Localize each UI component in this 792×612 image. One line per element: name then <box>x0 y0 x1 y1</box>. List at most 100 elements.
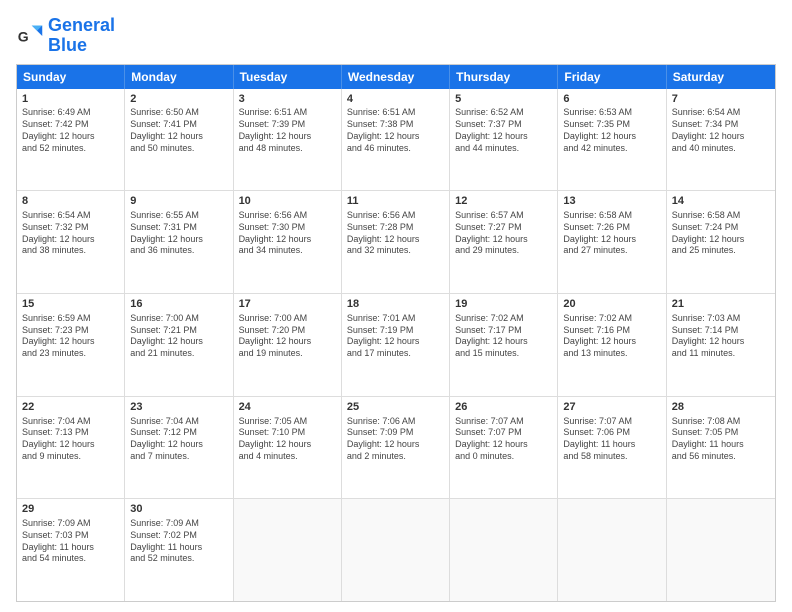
day-number: 24 <box>239 400 336 415</box>
header-tuesday: Tuesday <box>234 65 342 89</box>
day-2: 2Sunrise: 6:50 AM Sunset: 7:41 PM Daylig… <box>125 89 233 191</box>
day-number: 12 <box>455 194 552 209</box>
day-number: 13 <box>563 194 660 209</box>
day-29: 29Sunrise: 7:09 AM Sunset: 7:03 PM Dayli… <box>17 499 125 601</box>
day-info: Sunrise: 6:49 AM Sunset: 7:42 PM Dayligh… <box>22 107 119 154</box>
empty-cell <box>558 499 666 601</box>
day-11: 11Sunrise: 6:56 AM Sunset: 7:28 PM Dayli… <box>342 191 450 293</box>
day-info: Sunrise: 6:57 AM Sunset: 7:27 PM Dayligh… <box>455 210 552 257</box>
svg-text:G: G <box>18 28 29 44</box>
day-15: 15Sunrise: 6:59 AM Sunset: 7:23 PM Dayli… <box>17 294 125 396</box>
day-number: 14 <box>672 194 770 209</box>
day-info: Sunrise: 6:56 AM Sunset: 7:28 PM Dayligh… <box>347 210 444 257</box>
day-number: 30 <box>130 502 227 517</box>
day-20: 20Sunrise: 7:02 AM Sunset: 7:16 PM Dayli… <box>558 294 666 396</box>
day-5: 5Sunrise: 6:52 AM Sunset: 7:37 PM Daylig… <box>450 89 558 191</box>
day-info: Sunrise: 6:54 AM Sunset: 7:32 PM Dayligh… <box>22 210 119 257</box>
day-number: 19 <box>455 297 552 312</box>
day-1: 1Sunrise: 6:49 AM Sunset: 7:42 PM Daylig… <box>17 89 125 191</box>
calendar-body: 1Sunrise: 6:49 AM Sunset: 7:42 PM Daylig… <box>17 89 775 601</box>
day-info: Sunrise: 6:58 AM Sunset: 7:24 PM Dayligh… <box>672 210 770 257</box>
day-8: 8Sunrise: 6:54 AM Sunset: 7:32 PM Daylig… <box>17 191 125 293</box>
day-info: Sunrise: 6:55 AM Sunset: 7:31 PM Dayligh… <box>130 210 227 257</box>
day-number: 20 <box>563 297 660 312</box>
day-number: 6 <box>563 92 660 107</box>
day-30: 30Sunrise: 7:09 AM Sunset: 7:02 PM Dayli… <box>125 499 233 601</box>
day-number: 22 <box>22 400 119 415</box>
day-24: 24Sunrise: 7:05 AM Sunset: 7:10 PM Dayli… <box>234 397 342 499</box>
header-sunday: Sunday <box>17 65 125 89</box>
day-info: Sunrise: 7:07 AM Sunset: 7:06 PM Dayligh… <box>563 416 660 463</box>
day-info: Sunrise: 7:09 AM Sunset: 7:02 PM Dayligh… <box>130 518 227 565</box>
header-saturday: Saturday <box>667 65 775 89</box>
day-info: Sunrise: 7:02 AM Sunset: 7:16 PM Dayligh… <box>563 313 660 360</box>
day-7: 7Sunrise: 6:54 AM Sunset: 7:34 PM Daylig… <box>667 89 775 191</box>
day-info: Sunrise: 6:51 AM Sunset: 7:38 PM Dayligh… <box>347 107 444 154</box>
day-27: 27Sunrise: 7:07 AM Sunset: 7:06 PM Dayli… <box>558 397 666 499</box>
empty-cell <box>234 499 342 601</box>
day-number: 5 <box>455 92 552 107</box>
day-4: 4Sunrise: 6:51 AM Sunset: 7:38 PM Daylig… <box>342 89 450 191</box>
day-info: Sunrise: 6:54 AM Sunset: 7:34 PM Dayligh… <box>672 107 770 154</box>
calendar-row-2: 15Sunrise: 6:59 AM Sunset: 7:23 PM Dayli… <box>17 294 775 397</box>
header-thursday: Thursday <box>450 65 558 89</box>
day-13: 13Sunrise: 6:58 AM Sunset: 7:26 PM Dayli… <box>558 191 666 293</box>
day-number: 2 <box>130 92 227 107</box>
day-17: 17Sunrise: 7:00 AM Sunset: 7:20 PM Dayli… <box>234 294 342 396</box>
day-info: Sunrise: 7:02 AM Sunset: 7:17 PM Dayligh… <box>455 313 552 360</box>
day-10: 10Sunrise: 6:56 AM Sunset: 7:30 PM Dayli… <box>234 191 342 293</box>
logo-icon: G <box>16 22 44 50</box>
calendar-row-4: 29Sunrise: 7:09 AM Sunset: 7:03 PM Dayli… <box>17 499 775 601</box>
day-number: 16 <box>130 297 227 312</box>
day-info: Sunrise: 7:00 AM Sunset: 7:20 PM Dayligh… <box>239 313 336 360</box>
day-number: 8 <box>22 194 119 209</box>
day-info: Sunrise: 6:50 AM Sunset: 7:41 PM Dayligh… <box>130 107 227 154</box>
calendar: Sunday Monday Tuesday Wednesday Thursday… <box>16 64 776 602</box>
day-25: 25Sunrise: 7:06 AM Sunset: 7:09 PM Dayli… <box>342 397 450 499</box>
day-23: 23Sunrise: 7:04 AM Sunset: 7:12 PM Dayli… <box>125 397 233 499</box>
day-number: 23 <box>130 400 227 415</box>
day-number: 27 <box>563 400 660 415</box>
day-28: 28Sunrise: 7:08 AM Sunset: 7:05 PM Dayli… <box>667 397 775 499</box>
day-number: 26 <box>455 400 552 415</box>
day-number: 1 <box>22 92 119 107</box>
day-number: 18 <box>347 297 444 312</box>
day-18: 18Sunrise: 7:01 AM Sunset: 7:19 PM Dayli… <box>342 294 450 396</box>
day-26: 26Sunrise: 7:07 AM Sunset: 7:07 PM Dayli… <box>450 397 558 499</box>
header-monday: Monday <box>125 65 233 89</box>
day-info: Sunrise: 6:52 AM Sunset: 7:37 PM Dayligh… <box>455 107 552 154</box>
day-number: 29 <box>22 502 119 517</box>
calendar-header: Sunday Monday Tuesday Wednesday Thursday… <box>17 65 775 89</box>
day-number: 21 <box>672 297 770 312</box>
day-info: Sunrise: 7:04 AM Sunset: 7:12 PM Dayligh… <box>130 416 227 463</box>
day-number: 4 <box>347 92 444 107</box>
day-22: 22Sunrise: 7:04 AM Sunset: 7:13 PM Dayli… <box>17 397 125 499</box>
day-6: 6Sunrise: 6:53 AM Sunset: 7:35 PM Daylig… <box>558 89 666 191</box>
day-number: 7 <box>672 92 770 107</box>
empty-cell <box>450 499 558 601</box>
header-friday: Friday <box>558 65 666 89</box>
day-info: Sunrise: 7:03 AM Sunset: 7:14 PM Dayligh… <box>672 313 770 360</box>
day-info: Sunrise: 6:53 AM Sunset: 7:35 PM Dayligh… <box>563 107 660 154</box>
day-number: 28 <box>672 400 770 415</box>
logo-text: GeneralBlue <box>48 16 115 56</box>
day-info: Sunrise: 7:08 AM Sunset: 7:05 PM Dayligh… <box>672 416 770 463</box>
day-info: Sunrise: 7:09 AM Sunset: 7:03 PM Dayligh… <box>22 518 119 565</box>
day-16: 16Sunrise: 7:00 AM Sunset: 7:21 PM Dayli… <box>125 294 233 396</box>
logo: G GeneralBlue <box>16 16 115 56</box>
calendar-row-0: 1Sunrise: 6:49 AM Sunset: 7:42 PM Daylig… <box>17 89 775 192</box>
day-number: 3 <box>239 92 336 107</box>
day-info: Sunrise: 6:59 AM Sunset: 7:23 PM Dayligh… <box>22 313 119 360</box>
day-info: Sunrise: 7:06 AM Sunset: 7:09 PM Dayligh… <box>347 416 444 463</box>
day-info: Sunrise: 7:07 AM Sunset: 7:07 PM Dayligh… <box>455 416 552 463</box>
day-14: 14Sunrise: 6:58 AM Sunset: 7:24 PM Dayli… <box>667 191 775 293</box>
day-21: 21Sunrise: 7:03 AM Sunset: 7:14 PM Dayli… <box>667 294 775 396</box>
empty-cell <box>667 499 775 601</box>
day-12: 12Sunrise: 6:57 AM Sunset: 7:27 PM Dayli… <box>450 191 558 293</box>
day-info: Sunrise: 7:01 AM Sunset: 7:19 PM Dayligh… <box>347 313 444 360</box>
day-info: Sunrise: 7:04 AM Sunset: 7:13 PM Dayligh… <box>22 416 119 463</box>
day-number: 11 <box>347 194 444 209</box>
empty-cell <box>342 499 450 601</box>
day-number: 9 <box>130 194 227 209</box>
day-9: 9Sunrise: 6:55 AM Sunset: 7:31 PM Daylig… <box>125 191 233 293</box>
